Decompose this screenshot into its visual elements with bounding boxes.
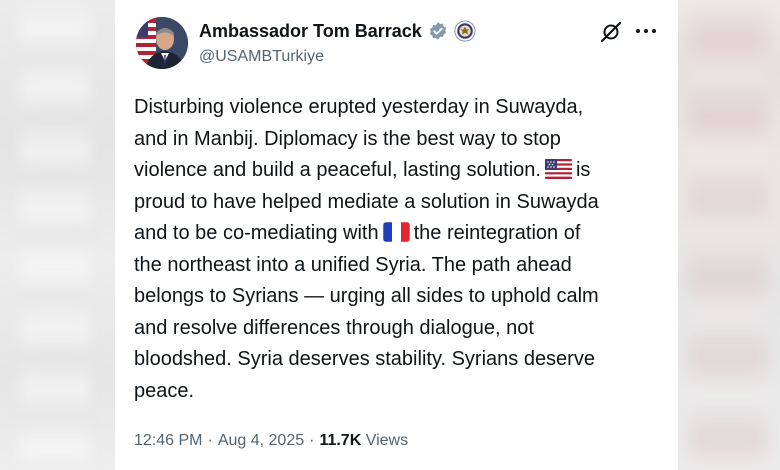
tweet-line: bloodshed. Syria deserves stability. Syr…	[134, 348, 595, 370]
tweet-meta: 12:46 PM · Aug 4, 2025 · 11.7K Views	[134, 432, 408, 450]
meta-separator: ·	[309, 432, 315, 449]
tweet-line: belongs to Syrians — urging all sides to…	[134, 285, 599, 307]
france-flag-icon	[382, 222, 410, 242]
grok-icon[interactable]	[599, 20, 623, 44]
tweet-line-text: violence and build a peaceful, lasting s…	[134, 159, 541, 181]
tweet-date[interactable]: Aug 4, 2025	[218, 432, 304, 449]
tweet-line: peace.	[134, 379, 195, 402]
tweet-line: Disturbing violence erupted yesterday in…	[134, 96, 584, 118]
tweet-line-text: the reintegration of	[413, 222, 581, 244]
tweet-line: and in Manbij. Diplomacy is the best way…	[134, 127, 561, 150]
tweet-line: and to be co-mediating with the reintegr…	[134, 218, 659, 250]
views-label[interactable]: Views	[366, 432, 408, 449]
avatar[interactable]	[136, 17, 188, 69]
avatar-photo	[136, 17, 188, 69]
meta-separator: ·	[207, 432, 213, 449]
tweet-line-text: and to be co-mediating with	[134, 222, 379, 244]
us-department-of-state-seal-icon[interactable]	[454, 20, 476, 42]
tweet-text: Disturbing violence erupted yesterday in…	[134, 92, 659, 407]
blurred-background-right	[678, 0, 780, 470]
views-count[interactable]: 11.7K	[319, 432, 361, 449]
verified-badge-icon[interactable]	[428, 21, 448, 41]
tweet-line-text: is	[575, 159, 591, 181]
author-name[interactable]: Ambassador Tom Barrack	[199, 21, 422, 42]
tweet-line: and resolve differences through dialogue…	[134, 316, 534, 339]
blurred-background-left	[0, 0, 115, 470]
more-options-icon[interactable]	[635, 26, 657, 36]
tweet-line: violence and build a peaceful, lasting s…	[134, 155, 659, 187]
author-row: Ambassador Tom Barrack	[199, 20, 476, 42]
tweet-card: Ambassador Tom Barrack @USAMBTurkiye Dis…	[115, 0, 678, 470]
us-flag-icon	[544, 159, 572, 179]
tweet-line: the northeast into a unified Syria. The …	[134, 253, 572, 276]
tweet-time[interactable]: 12:46 PM	[134, 432, 202, 449]
tweet-line: proud to have helped mediate a solution …	[134, 190, 599, 213]
author-handle[interactable]: @USAMBTurkiye	[199, 48, 324, 66]
